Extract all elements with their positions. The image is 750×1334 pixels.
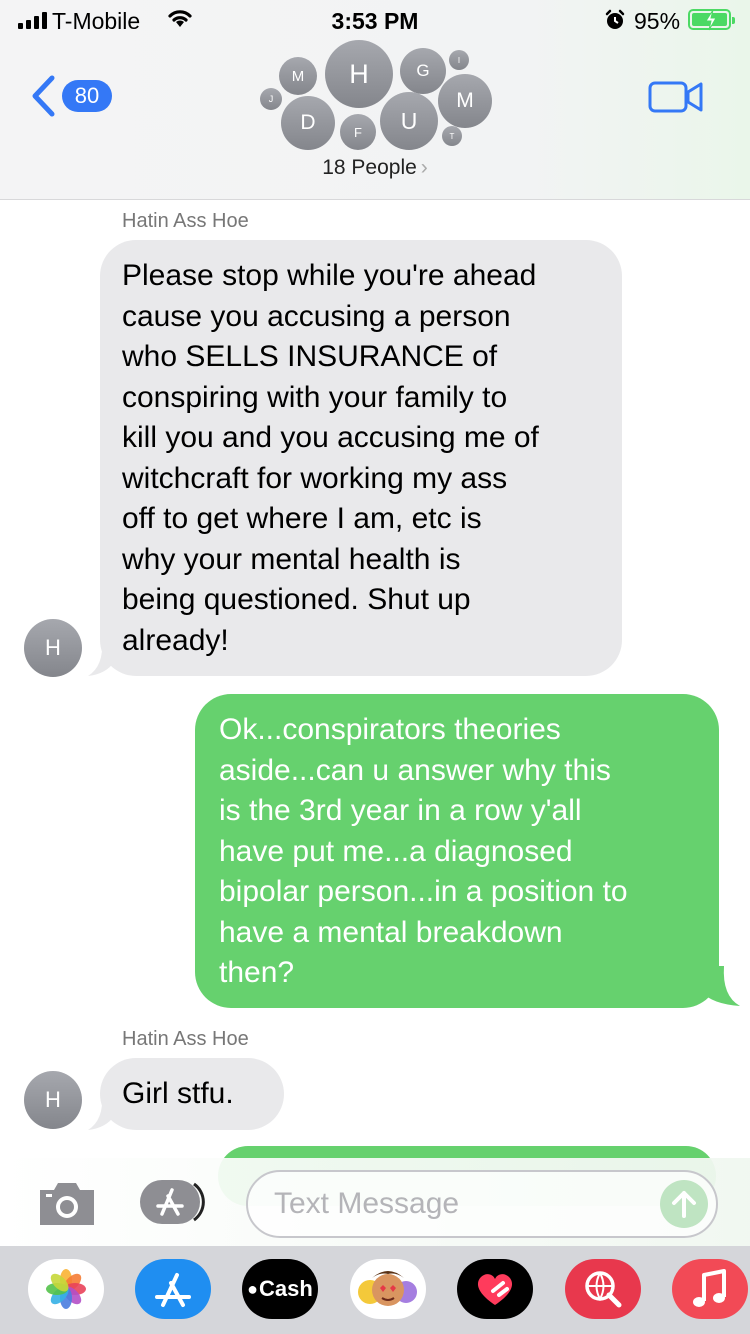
app-drawer: ● Cash [0,1246,750,1334]
apple-logo-icon: ● [247,1278,259,1299]
avatar: G [400,48,446,94]
video-camera-icon[interactable] [648,80,704,114]
message-line: who SELLS INSURANCE of [122,340,498,373]
battery-icon [688,9,735,31]
avatar[interactable]: H [24,1071,82,1129]
message-bubble[interactable]: Ok...conspirators theories aside...can u… [195,694,719,1008]
avatar: J [260,88,282,110]
app-store-app-icon[interactable] [135,1259,211,1319]
message-input-placeholder: Text Message [274,1187,460,1220]
heart-touch-icon [477,1274,513,1305]
message-line: conspiring with your family to [122,380,508,414]
conversation-header: T-Mobile 3:53 PM 95% 80 M H G I J M D U … [0,0,750,200]
message-line: already! [122,623,229,657]
avatar: H [325,40,393,108]
send-arrow-icon [672,1191,696,1218]
message-line: off to get where I am, etc is [122,502,482,535]
message-bubble[interactable]: Please stop while you're ahead cause you… [100,240,622,676]
compose-bar: Text Message [0,1158,750,1246]
battery-percent: 95% [634,8,681,34]
message-line: witchcraft for working my ass [122,461,508,495]
alarm-icon [605,9,625,29]
images-search-app-icon[interactable] [565,1259,641,1319]
photos-app-icon[interactable] [28,1259,104,1319]
message-line: Please stop while you're ahead [122,259,537,292]
camera-icon[interactable] [36,1180,98,1228]
memoji-faces-icon [358,1271,417,1306]
people-count-button[interactable]: 18 People › [0,156,750,180]
message-line: then? [219,956,295,989]
unread-count-badge: 80 [62,80,112,112]
message-line: being questioned. Shut up [122,583,471,616]
messages-screen: T-Mobile 3:53 PM 95% 80 M H G I J M D U … [0,0,750,1334]
message-line: why your mental health is [122,542,461,576]
sender-name: Hatin Ass Hoe [122,1028,249,1050]
people-count-label: 18 People [322,156,417,179]
app-store-glyph-icon [155,1273,191,1307]
avatar: M [438,74,492,128]
globe-search-icon [585,1271,622,1308]
avatar: T [442,126,462,146]
message-line: is the 3rd year in a row y'all [219,794,582,827]
message-bubble[interactable]: Girl stfu. [100,1058,284,1130]
apple-cash-label: Cash [259,1276,313,1301]
apple-cash-app-icon[interactable]: ● Cash [242,1259,318,1319]
message-line: aside...can u answer why this [219,753,611,787]
avatar: F [340,114,376,150]
chevron-left-icon [32,75,55,117]
message-line: have put me...a diagnosed [219,834,573,868]
message-line: kill you and you accusing me of [122,421,539,454]
memoji-app-icon[interactable] [350,1259,426,1319]
charging-bolt-icon [705,9,717,31]
message-line: cause you accusing a person [122,299,511,333]
message-line: bipolar person...in a position to [219,875,628,908]
status-bar: T-Mobile 3:53 PM 95% [0,0,750,40]
sender-name: Hatin Ass Hoe [122,210,249,232]
avatar: D [281,96,335,150]
message-line: have a mental breakdown [219,915,563,949]
message-input[interactable]: Text Message [246,1170,718,1238]
music-note-icon [693,1269,726,1307]
avatar[interactable]: H [24,619,82,677]
digital-touch-app-icon[interactable] [457,1259,533,1319]
send-button[interactable] [660,1180,708,1228]
avatar: M [279,57,317,95]
photos-flower-icon [46,1269,86,1309]
avatar: U [380,92,438,150]
chevron-right-icon: › [420,156,428,179]
back-button[interactable]: 80 [30,74,112,118]
message-line: Ok...conspirators theories [219,713,561,746]
avatar: I [449,50,469,70]
apps-button[interactable] [138,1178,214,1231]
app-store-icon [140,1180,205,1224]
message-line: Girl stfu. [122,1077,234,1110]
music-app-icon[interactable] [672,1259,748,1319]
